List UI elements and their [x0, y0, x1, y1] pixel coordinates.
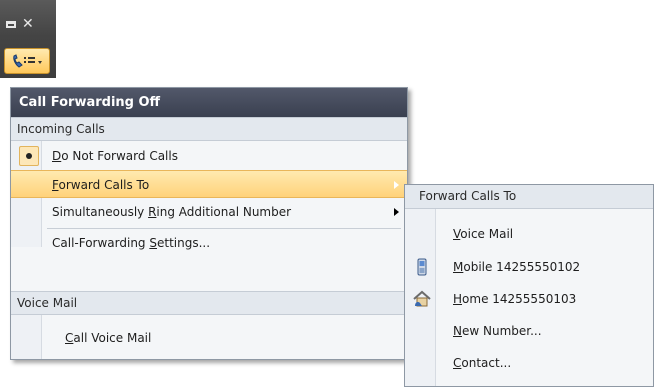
- voice-mail-item[interactable]: Voice Mail: [405, 219, 653, 249]
- forward-calls-to-submenu: Forward Calls To Voice Mail Mobile 14255…: [404, 184, 654, 387]
- incoming-calls-section: Incoming Calls: [11, 117, 407, 141]
- forward-calls-to-item[interactable]: Forward Calls To: [11, 170, 407, 198]
- submenu-arrow-icon: [394, 181, 399, 189]
- selected-bullet-icon: [19, 146, 39, 166]
- mobile-number-label: Mobile 14255550102: [453, 260, 581, 274]
- home-number-item[interactable]: Home 14255550103: [405, 284, 653, 314]
- mobile-number-item[interactable]: Mobile 14255550102: [405, 252, 653, 282]
- home-number-label: Home 14255550103: [453, 292, 577, 306]
- simultaneously-ring-label: Simultaneously Ring Additional Number: [52, 205, 292, 219]
- window-buttons: ✕: [6, 16, 40, 32]
- new-number-item[interactable]: New Number...: [405, 316, 653, 346]
- do-not-forward-item[interactable]: Do Not Forward Calls: [11, 142, 407, 170]
- maximize-icon[interactable]: [6, 20, 16, 28]
- new-number-label: New Number...: [453, 324, 542, 338]
- home-phone-icon: [413, 290, 431, 307]
- forward-calls-to-label: Forward Calls To: [52, 178, 150, 192]
- call-forward-button[interactable]: [4, 48, 50, 74]
- contact-item[interactable]: Contact...: [405, 348, 653, 378]
- call-voice-mail-item[interactable]: Call Voice Mail: [11, 324, 407, 352]
- mobile-phone-icon: [417, 258, 427, 276]
- contact-label: Contact...: [453, 356, 512, 370]
- ribbon-fragment: ✕: [0, 0, 56, 78]
- close-icon[interactable]: ✕: [22, 16, 40, 32]
- voice-mail-section: Voice Mail: [11, 291, 407, 315]
- voice-mail-label: Voice Mail: [453, 227, 514, 241]
- do-not-forward-label: Do Not Forward Calls: [52, 149, 178, 163]
- settings-label: Call-Forwarding Settings...: [52, 236, 211, 250]
- submenu-header: Forward Calls To: [405, 185, 653, 209]
- call-voice-mail-label: Call Voice Mail: [65, 331, 152, 345]
- menu-header: Call Forwarding Off: [11, 88, 407, 117]
- call-forward-phone-icon: [13, 54, 42, 68]
- call-forwarding-settings-item[interactable]: Call-Forwarding Settings...: [11, 229, 407, 259]
- submenu-arrow-icon: [394, 208, 399, 216]
- call-forwarding-menu: Call Forwarding Off Incoming Calls Do No…: [10, 87, 408, 360]
- simultaneously-ring-item[interactable]: Simultaneously Ring Additional Number: [11, 198, 407, 226]
